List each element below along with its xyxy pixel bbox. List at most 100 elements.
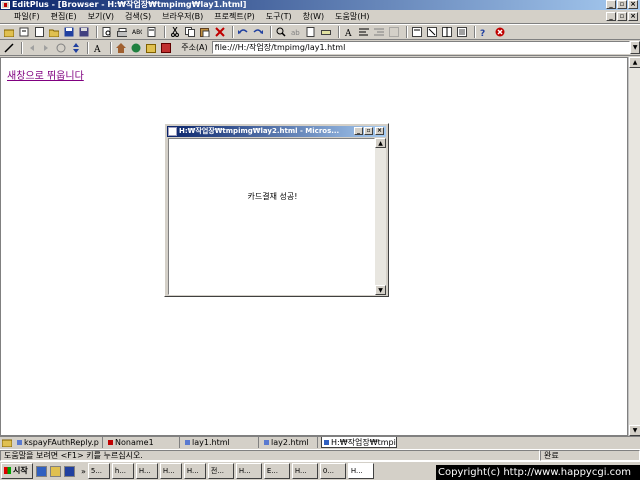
taskbar-button[interactable]: E...	[263, 463, 290, 479]
taskbar-button[interactable]: 0...	[319, 463, 346, 479]
print-icon[interactable]	[116, 26, 128, 38]
forward-icon[interactable]	[40, 42, 51, 54]
close-button[interactable]: ×	[628, 0, 638, 9]
find-icon[interactable]	[146, 26, 158, 38]
start-button[interactable]: 시작	[1, 463, 33, 479]
home-icon[interactable]	[115, 42, 127, 54]
minimize-button[interactable]: _	[606, 0, 616, 9]
save-icon[interactable]	[63, 26, 75, 38]
tab-lay2[interactable]: lay2.html	[262, 437, 318, 448]
menu-file[interactable]: 파일(F)	[14, 11, 40, 22]
scroll-down-button[interactable]: ▼	[629, 425, 640, 436]
menu-help[interactable]: 도움말(H)	[335, 11, 369, 22]
copy-icon[interactable]	[184, 26, 196, 38]
quicklaunch-chevron-icon[interactable]: »	[81, 467, 86, 476]
taskbar-button[interactable]: H...	[135, 463, 158, 479]
toolbar-separator	[270, 26, 272, 38]
file-icon	[264, 440, 269, 445]
menu-bar: 파일(F) 편집(E) 보기(V) 검색(S) 브라우저(B) 프로젝트(P) …	[0, 10, 640, 24]
spell-check-icon[interactable]: ABC	[131, 26, 143, 38]
tab-kspay[interactable]: kspayFAuthReply.p	[15, 437, 103, 448]
delete-icon[interactable]	[214, 26, 226, 38]
desktop-quicklaunch-icon[interactable]	[64, 465, 75, 477]
browser-view-icon[interactable]	[426, 26, 438, 38]
redo-icon[interactable]	[252, 26, 264, 38]
popup-close-button[interactable]: ×	[375, 127, 384, 135]
print-preview-icon[interactable]	[101, 26, 113, 38]
popup-minimize-button[interactable]: _	[354, 127, 363, 135]
taskbar-button[interactable]: H...	[235, 463, 262, 479]
search-icon[interactable]	[275, 26, 287, 38]
menu-browser[interactable]: 브라우저(B)	[162, 11, 203, 22]
undo-icon[interactable]	[237, 26, 249, 38]
taskbar-button[interactable]: 전...	[207, 463, 234, 479]
menu-window[interactable]: 창(W)	[303, 11, 325, 22]
restore-button[interactable]: ▫	[617, 0, 627, 9]
ruler-icon[interactable]	[320, 26, 332, 38]
stop-browser-icon[interactable]	[55, 42, 67, 54]
paste-icon[interactable]	[199, 26, 211, 38]
editplus-logo-icon	[1, 1, 10, 9]
taskbar-button[interactable]: h...	[111, 463, 134, 479]
hex-viewer-icon[interactable]	[411, 26, 423, 38]
doc-minimize-button[interactable]: _	[606, 12, 616, 21]
scroll-up-button[interactable]: ▲	[629, 57, 640, 68]
full-screen-icon[interactable]	[456, 26, 468, 38]
tab-lay1[interactable]: lay1.html	[183, 437, 259, 448]
taskbar-button[interactable]: H...	[159, 463, 182, 479]
status-help-text: 도움말을 보려면 <F1> 키를 누르십시오.	[0, 450, 540, 461]
taskbar-button[interactable]: 5...	[87, 463, 110, 479]
tab-browser-active[interactable]: H:₩작업장₩tmpim	[321, 437, 397, 448]
font-icon[interactable]: A	[343, 26, 355, 38]
replace-icon[interactable]: ab	[290, 26, 302, 38]
main-toolbar: ABC ab A ?	[0, 24, 640, 40]
taskbar-button-active[interactable]: H...	[347, 463, 374, 479]
favorites-icon[interactable]	[130, 42, 142, 54]
menu-view[interactable]: 보기(V)	[88, 11, 114, 22]
doc-restore-button[interactable]: ▫	[617, 12, 627, 21]
open-folder-icon[interactable]	[48, 26, 60, 38]
indent-icon[interactable]	[373, 26, 385, 38]
tab-noname1[interactable]: Noname1	[106, 437, 180, 448]
popup-vertical-scrollbar[interactable]: ▲ ▼	[375, 138, 386, 295]
back-icon[interactable]	[26, 42, 37, 54]
open-new-window-link[interactable]: 새창으로 뛰웁니다	[7, 67, 84, 82]
popup-scroll-up-button[interactable]: ▲	[375, 138, 386, 148]
folder-icon[interactable]	[1, 437, 13, 449]
menu-tools[interactable]: 도구(T)	[266, 11, 292, 22]
taskbar-button[interactable]: H...	[183, 463, 206, 479]
pen-icon[interactable]	[3, 42, 15, 54]
browser-icon	[324, 440, 329, 445]
new-file-icon[interactable]	[33, 26, 45, 38]
address-input[interactable]	[211, 41, 631, 54]
font-size-icon[interactable]: A	[92, 42, 104, 54]
help-icon[interactable]: ?	[479, 26, 491, 38]
popup-scroll-down-button[interactable]: ▼	[375, 285, 386, 295]
popup-restore-button[interactable]: ▫	[364, 127, 373, 135]
doc-close-button[interactable]: ×	[628, 12, 638, 21]
history-icon[interactable]	[145, 42, 157, 54]
refresh-icon[interactable]	[70, 42, 81, 54]
ie-quicklaunch-icon[interactable]	[36, 465, 47, 477]
split-window-icon[interactable]	[441, 26, 453, 38]
menu-project[interactable]: 프로젝트(P)	[214, 11, 255, 22]
menu-edit[interactable]: 편집(E)	[51, 11, 77, 22]
save-all-icon[interactable]	[78, 26, 90, 38]
goto-icon[interactable]	[305, 26, 317, 38]
status-done-text: 완료	[540, 450, 640, 461]
word-wrap-icon[interactable]	[358, 26, 370, 38]
column-select-icon[interactable]	[388, 26, 400, 38]
bookmark-icon[interactable]	[160, 42, 172, 54]
content-vertical-scrollbar[interactable]: ▲ ▼	[628, 57, 640, 436]
tab-label: lay2.html	[271, 438, 309, 447]
toolbar-separator	[232, 26, 234, 38]
explorer-quicklaunch-icon[interactable]	[50, 465, 61, 477]
tab-label: Noname1	[115, 438, 154, 447]
menu-search[interactable]: 검색(S)	[125, 11, 151, 22]
taskbar-button[interactable]: H...	[291, 463, 318, 479]
cut-icon[interactable]	[169, 26, 181, 38]
directory-icon[interactable]	[3, 26, 15, 38]
cliptext-icon[interactable]	[18, 26, 30, 38]
address-dropdown-button[interactable]: ▼	[630, 41, 640, 54]
stop-icon[interactable]	[494, 26, 506, 38]
